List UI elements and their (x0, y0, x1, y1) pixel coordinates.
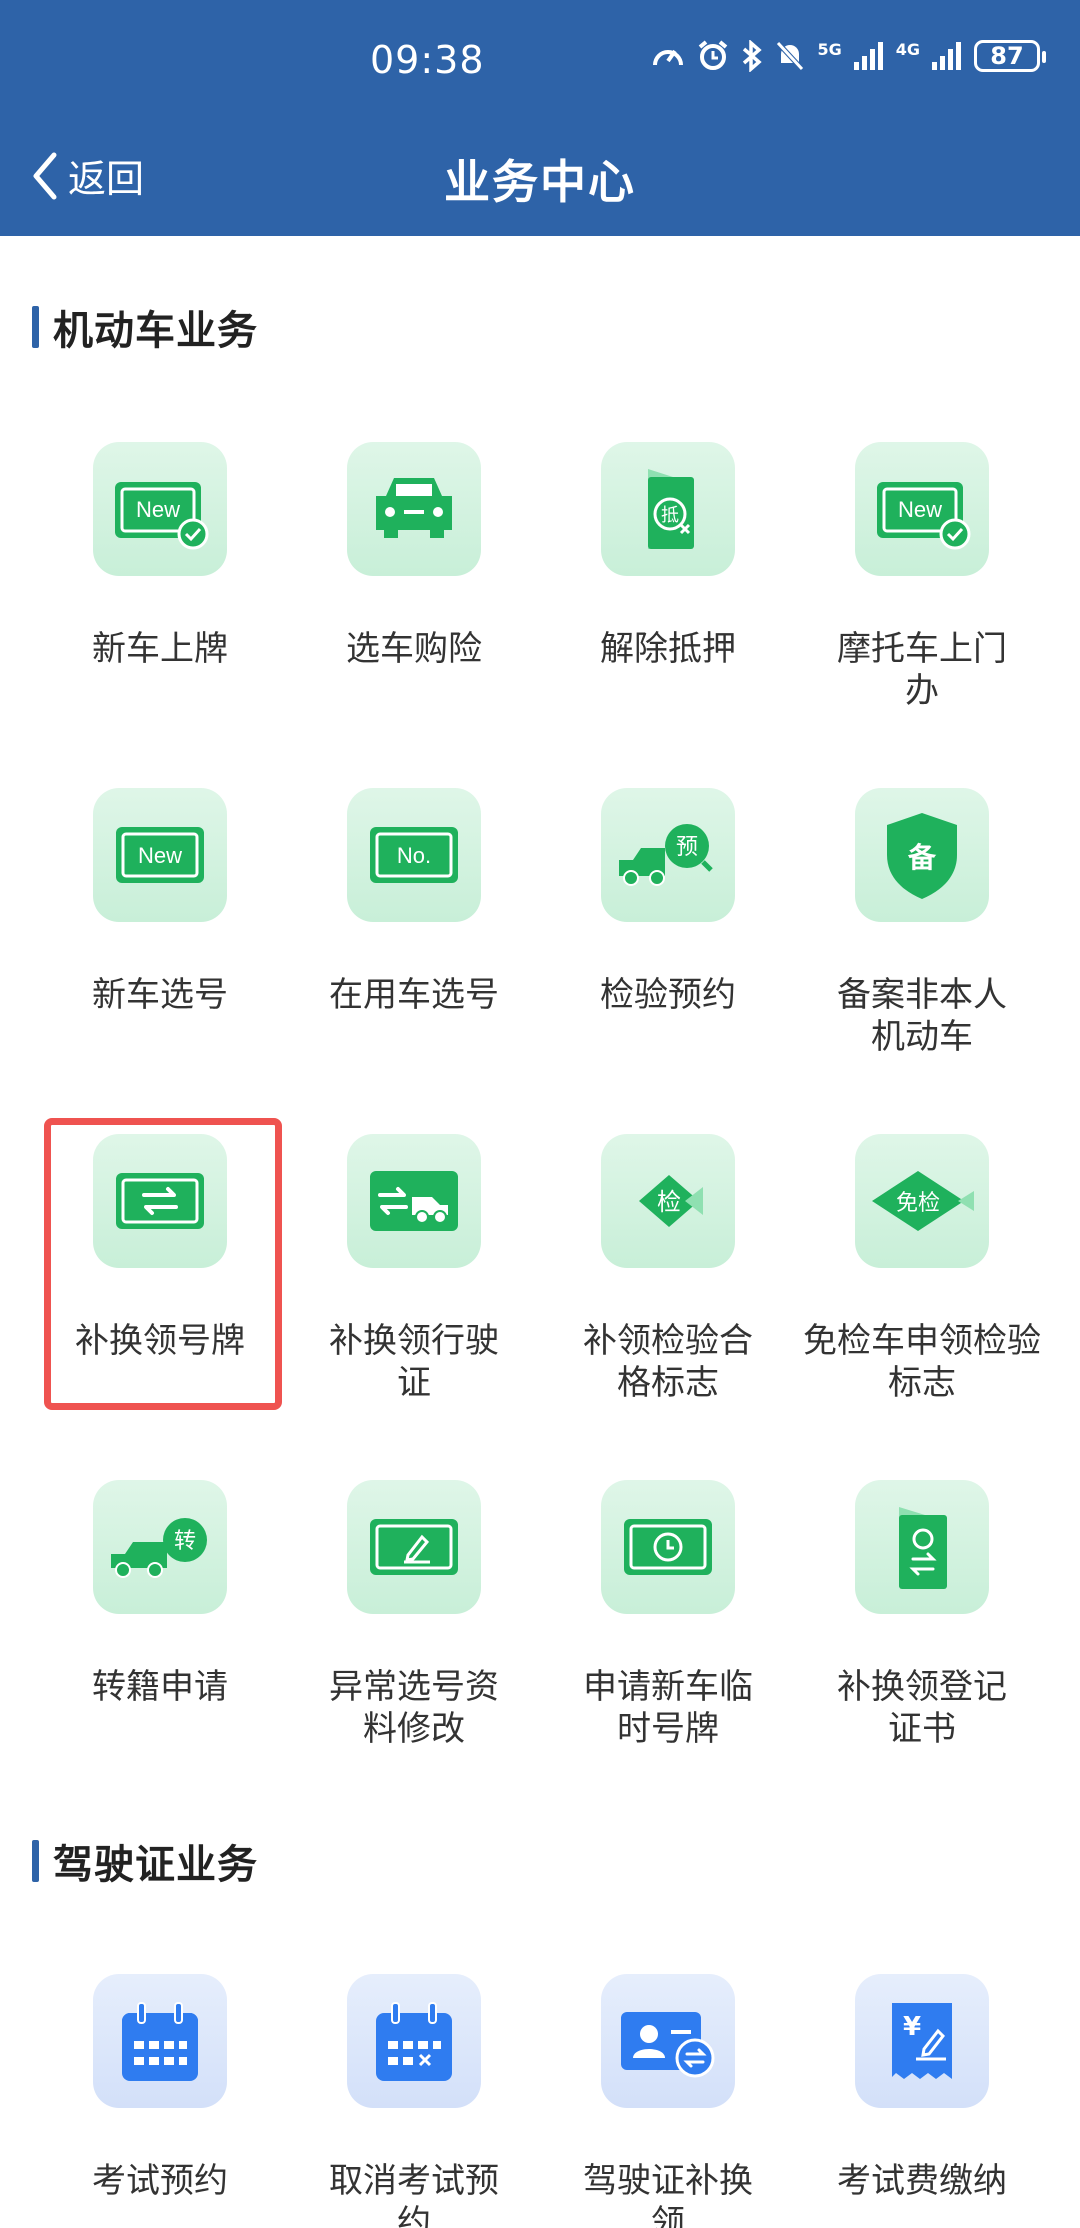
yen-char: ¥ (903, 2012, 921, 2042)
plate-text: New (898, 497, 942, 522)
service-label: 考试费缴纳 (837, 2161, 1007, 2201)
service-label: 在用车选号 (329, 975, 499, 1015)
new-plate-check-icon: New (93, 442, 227, 576)
signal-5g-label: 5G (817, 39, 842, 59)
service-temp-plate[interactable]: 申请新车临时号牌 (541, 1480, 795, 1826)
nav-bar: 返回 业务中心 (0, 130, 1080, 220)
no-plate-icon: No. (347, 788, 481, 922)
service-label: 驾驶证补换领 (583, 2161, 753, 2228)
fee-receipt-icon: ¥ (855, 1974, 989, 2108)
record-char: 备 (907, 841, 937, 874)
service-motorcycle-home[interactable]: New 摩托车上门办 (795, 442, 1049, 788)
service-inspection-booking[interactable]: 预 检验预约 (541, 788, 795, 1134)
section-title-license: 驾驶证业务 (32, 1832, 258, 1890)
service-label: 取消考试预约 (329, 2161, 499, 2228)
plate-text: No. (397, 843, 431, 868)
service-exam-fee-payment[interactable]: ¥ 考试费缴纳 (795, 1974, 1049, 2228)
service-replace-driver-license[interactable]: 驾驶证补换领 (541, 1974, 795, 2228)
service-abnormal-number-edit[interactable]: 异常选号资料修改 (287, 1480, 541, 1826)
mortgage-char: 抵 (661, 505, 679, 526)
service-label: 异常选号资料修改 (329, 1667, 499, 1749)
new-plate-check-icon: New (855, 442, 989, 576)
mute-bell-icon (776, 41, 805, 71)
plate-text: New (136, 497, 180, 522)
service-car-insurance[interactable]: 选车购险 (287, 442, 541, 788)
service-new-car-number[interactable]: New 新车选号 (33, 788, 287, 1134)
new-plate-icon: New (93, 788, 227, 922)
plate-clock-icon (601, 1480, 735, 1614)
bluetooth-icon (743, 40, 763, 72)
driver-license-icon (601, 1974, 735, 2108)
service-new-car-plate[interactable]: New 新车上牌 (33, 442, 287, 788)
exempt-tag-icon: 免检 (855, 1134, 989, 1268)
service-label: 解除抵押 (600, 629, 736, 669)
section-title-text: 机动车业务 (53, 308, 258, 354)
service-label: 补换领登记证书 (837, 1667, 1007, 1749)
plate-text: New (138, 843, 182, 868)
plate-edit-icon (347, 1480, 481, 1614)
service-label: 申请新车临时号牌 (583, 1667, 753, 1749)
service-label: 考试预约 (92, 2161, 228, 2201)
section-title-text: 驾驶证业务 (53, 1842, 258, 1888)
certificate-icon (855, 1480, 989, 1614)
license-exchange-truck-icon (347, 1134, 481, 1268)
exempt-chars: 免检 (896, 1191, 940, 1216)
section-title-vehicle: 机动车业务 (32, 298, 258, 356)
status-icons: 5G 4G 87 (651, 39, 1046, 72)
signal-4g-icon (932, 42, 961, 70)
booking-char: 预 (676, 835, 698, 860)
car-icon (347, 442, 481, 576)
inspect-char: 检 (657, 1188, 681, 1216)
service-exempt-inspection-mark[interactable]: 免检 免检车申领检验标志 (795, 1134, 1049, 1480)
service-label: 新车选号 (92, 975, 228, 1015)
status-bar: 09:38 5G 4G 87 (0, 0, 1080, 120)
signal-5g-icon (853, 42, 883, 70)
service-transfer-application[interactable]: 转 转籍申请 (33, 1480, 287, 1826)
mortgage-document-icon: 抵 (601, 442, 735, 576)
service-release-mortgage[interactable]: 抵 解除抵押 (541, 442, 795, 788)
calendar-cancel-icon (347, 1974, 481, 2108)
service-label: 检验预约 (600, 975, 736, 1015)
service-label: 补换领行驶证 (329, 1321, 499, 1403)
transfer-truck-icon: 转 (93, 1480, 227, 1614)
highlight-box (44, 1118, 282, 1410)
page-title: 业务中心 (444, 155, 636, 209)
service-label: 免检车申领检验标志 (803, 1321, 1041, 1403)
alarm-icon (699, 40, 728, 70)
service-label: 摩托车上门办 (837, 629, 1007, 711)
shield-icon: 备 (855, 788, 989, 922)
status-time: 09:38 (370, 38, 485, 82)
inspection-tag-icon: 检 (601, 1134, 735, 1268)
service-label: 新车上牌 (92, 629, 228, 669)
signal-4g-label: 4G (895, 39, 920, 59)
speedometer-icon (653, 49, 684, 66)
app-header: 09:38 5G 4G 87 返回 业务中心 (0, 0, 1080, 236)
service-register-non-owner[interactable]: 备 备案非本人机动车 (795, 788, 1049, 1134)
license-services-grid: 考试预约 取消考试预约 驾驶证补换领 ¥ 考试费缴纳 (33, 1974, 1049, 2228)
service-label: 选车购险 (346, 629, 482, 669)
service-replace-driving-permit[interactable]: 补换领行驶证 (287, 1134, 541, 1480)
service-used-car-number[interactable]: No. 在用车选号 (287, 788, 541, 1134)
service-cancel-exam-booking[interactable]: 取消考试预约 (287, 1974, 541, 2228)
transfer-char: 转 (174, 1529, 196, 1554)
service-label: 补领检验合格标志 (583, 1321, 753, 1403)
inspection-booking-truck-icon: 预 (601, 788, 735, 922)
service-exam-booking[interactable]: 考试预约 (33, 1974, 287, 2228)
section-accent-bar (32, 1840, 39, 1882)
section-accent-bar (32, 306, 39, 348)
service-label: 转籍申请 (92, 1667, 228, 1707)
calendar-icon (93, 1974, 227, 2108)
service-replace-registration-cert[interactable]: 补换领登记证书 (795, 1480, 1049, 1826)
battery-indicator: 87 (974, 40, 1046, 72)
service-label: 备案非本人机动车 (837, 975, 1007, 1057)
service-reissue-inspection-mark[interactable]: 检 补领检验合格标志 (541, 1134, 795, 1480)
